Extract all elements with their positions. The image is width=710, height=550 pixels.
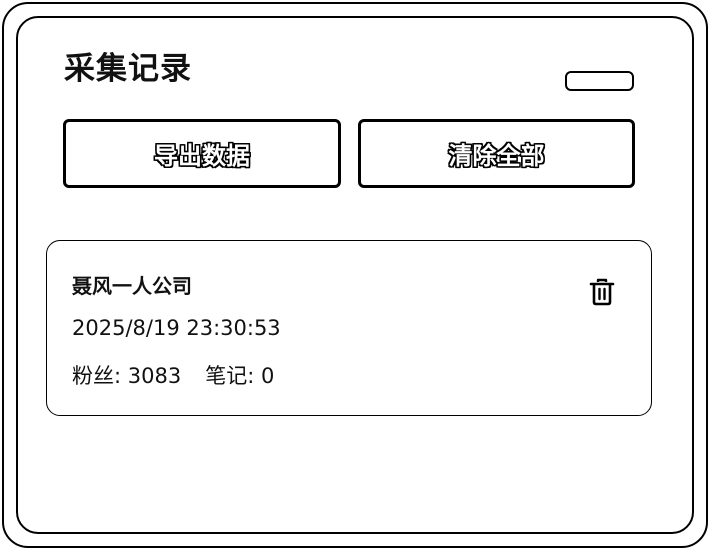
- export-data-button[interactable]: 导出数据: [63, 119, 341, 188]
- clear-all-button[interactable]: 清除全部: [358, 119, 635, 188]
- followers-label: 粉丝:: [72, 364, 128, 388]
- notes-count: 0: [260, 364, 275, 388]
- record-card: 聂风一人公司 2025/8/19 23:30:53 粉丝: 3083 笔记: 0: [46, 240, 652, 416]
- trash-icon: [589, 278, 615, 306]
- delete-record-button[interactable]: [588, 277, 616, 307]
- notes-label: 笔记:: [205, 364, 261, 388]
- close-handle-button[interactable]: [565, 71, 634, 91]
- record-account-name: 聂风一人公司: [72, 274, 192, 298]
- followers-count: 3083: [127, 364, 182, 388]
- record-stats: 粉丝: 3083 笔记: 0: [72, 362, 274, 390]
- panel-title: 采集记录: [64, 51, 192, 87]
- record-timestamp: 2025/8/19 23:30:53: [72, 316, 281, 340]
- collection-records-page: 采集记录 导出数据 清除全部 聂风一人公司 2025/8/19 23:30:53…: [0, 0, 710, 550]
